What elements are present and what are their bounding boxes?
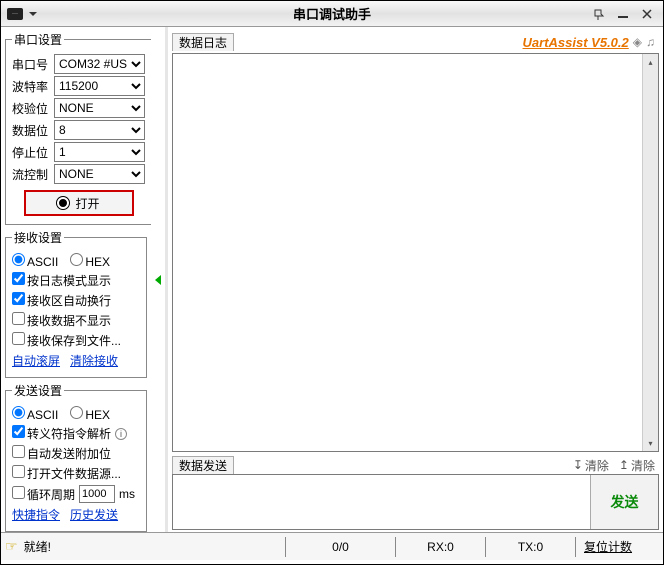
sidebar: 串口设置 串口号COM32 #US 波特率115200 校验位NONE 数据位8…: [1, 27, 151, 532]
open-button[interactable]: 打开: [24, 190, 134, 216]
reset-counter-link[interactable]: 复位计数: [575, 537, 640, 557]
recv-savefile-check[interactable]: 接收保存到文件...: [12, 332, 121, 349]
send-ascii-radio[interactable]: ASCII: [12, 406, 58, 422]
flow-label: 流控制: [12, 166, 52, 183]
close-icon[interactable]: [637, 6, 657, 22]
send-textarea[interactable]: [173, 475, 590, 529]
ready-icon: ☞: [5, 538, 18, 555]
send-settings-group: 发送设置 ASCII HEX 转义符指令解析 i 自动发送附加位 打开文件数据源…: [5, 382, 147, 532]
stop-label: 停止位: [12, 144, 52, 161]
status-tx: TX:0: [485, 537, 575, 557]
send-clear-up[interactable]: ↥清除: [619, 457, 655, 474]
diamond-icon[interactable]: ◈: [633, 35, 642, 49]
recv-settings-legend: 接收设置: [12, 229, 64, 246]
menu-dropdown-icon[interactable]: [29, 12, 37, 16]
send-clear-down[interactable]: ↧清除: [573, 457, 609, 474]
loop-period-input[interactable]: [79, 485, 115, 503]
minimize-icon[interactable]: [613, 6, 633, 22]
open-button-label: 打开: [75, 195, 99, 212]
send-hex-radio[interactable]: HEX: [70, 406, 110, 422]
data-select[interactable]: 8: [54, 120, 145, 140]
recv-noshow-check[interactable]: 接收数据不显示: [12, 312, 111, 329]
scroll-up-icon[interactable]: ▴: [643, 54, 658, 70]
recv-hex-radio[interactable]: HEX: [70, 253, 110, 269]
app-icon: ···: [7, 8, 23, 20]
flow-select[interactable]: NONE: [54, 164, 145, 184]
scrollbar[interactable]: ▴ ▾: [642, 54, 658, 451]
auto-scroll-link[interactable]: 自动滚屏: [12, 352, 60, 369]
send-escape-check[interactable]: 转义符指令解析: [12, 425, 111, 442]
data-log-label: 数据日志: [172, 33, 234, 51]
status-ready-text: 就绪!: [24, 538, 51, 555]
recv-wrap-check[interactable]: 接收区自动换行: [12, 292, 111, 309]
data-send-label: 数据发送: [172, 456, 234, 474]
splitter[interactable]: [151, 27, 165, 532]
history-send-link[interactable]: 历史发送: [70, 506, 118, 523]
loop-unit: ms: [119, 487, 135, 501]
send-settings-legend: 发送设置: [12, 382, 64, 399]
recv-logmode-check[interactable]: 按日志模式显示: [12, 272, 111, 289]
port-label: 串口号: [12, 56, 52, 73]
recv-ascii-radio[interactable]: ASCII: [12, 253, 58, 269]
bell-icon[interactable]: ♫: [646, 35, 655, 49]
titlebar: ··· 串口调试助手: [1, 1, 663, 27]
data-label: 数据位: [12, 122, 52, 139]
check-label: 校验位: [12, 100, 52, 117]
arrow-up-icon: ↥: [619, 458, 629, 472]
status-dot-icon: [57, 197, 69, 209]
window-title: 串口调试助手: [293, 4, 371, 23]
baud-label: 波特率: [12, 78, 52, 95]
baud-select[interactable]: 115200: [54, 76, 145, 96]
status-counter: 0/0: [285, 537, 395, 557]
send-openfile-check[interactable]: 打开文件数据源...: [12, 465, 121, 482]
brand-text[interactable]: UartAssist V5.0.2: [523, 35, 629, 50]
check-select[interactable]: NONE: [54, 98, 145, 118]
clear-recv-link[interactable]: 清除接收: [70, 352, 118, 369]
port-settings-legend: 串口设置: [12, 31, 64, 48]
pin-icon[interactable]: [589, 6, 609, 22]
log-textarea[interactable]: ▴ ▾: [172, 53, 659, 452]
port-select[interactable]: COM32 #US: [54, 54, 145, 74]
send-loop-check[interactable]: 循环周期: [12, 486, 75, 503]
arrow-down-icon: ↧: [573, 458, 583, 472]
statusbar: ☞ 就绪! 0/0 RX:0 TX:0 复位计数: [1, 532, 663, 560]
quick-cmd-link[interactable]: 快捷指令: [12, 506, 60, 523]
scroll-down-icon[interactable]: ▾: [643, 435, 658, 451]
status-rx: RX:0: [395, 537, 485, 557]
collapse-icon: [155, 275, 161, 285]
info-icon[interactable]: i: [115, 428, 127, 440]
send-button[interactable]: 发送: [590, 475, 658, 529]
send-suffix-check[interactable]: 自动发送附加位: [12, 445, 111, 462]
port-settings-group: 串口设置 串口号COM32 #US 波特率115200 校验位NONE 数据位8…: [5, 31, 151, 225]
stop-select[interactable]: 1: [54, 142, 145, 162]
recv-settings-group: 接收设置 ASCII HEX 按日志模式显示 接收区自动换行 接收数据不显示 接…: [5, 229, 147, 378]
